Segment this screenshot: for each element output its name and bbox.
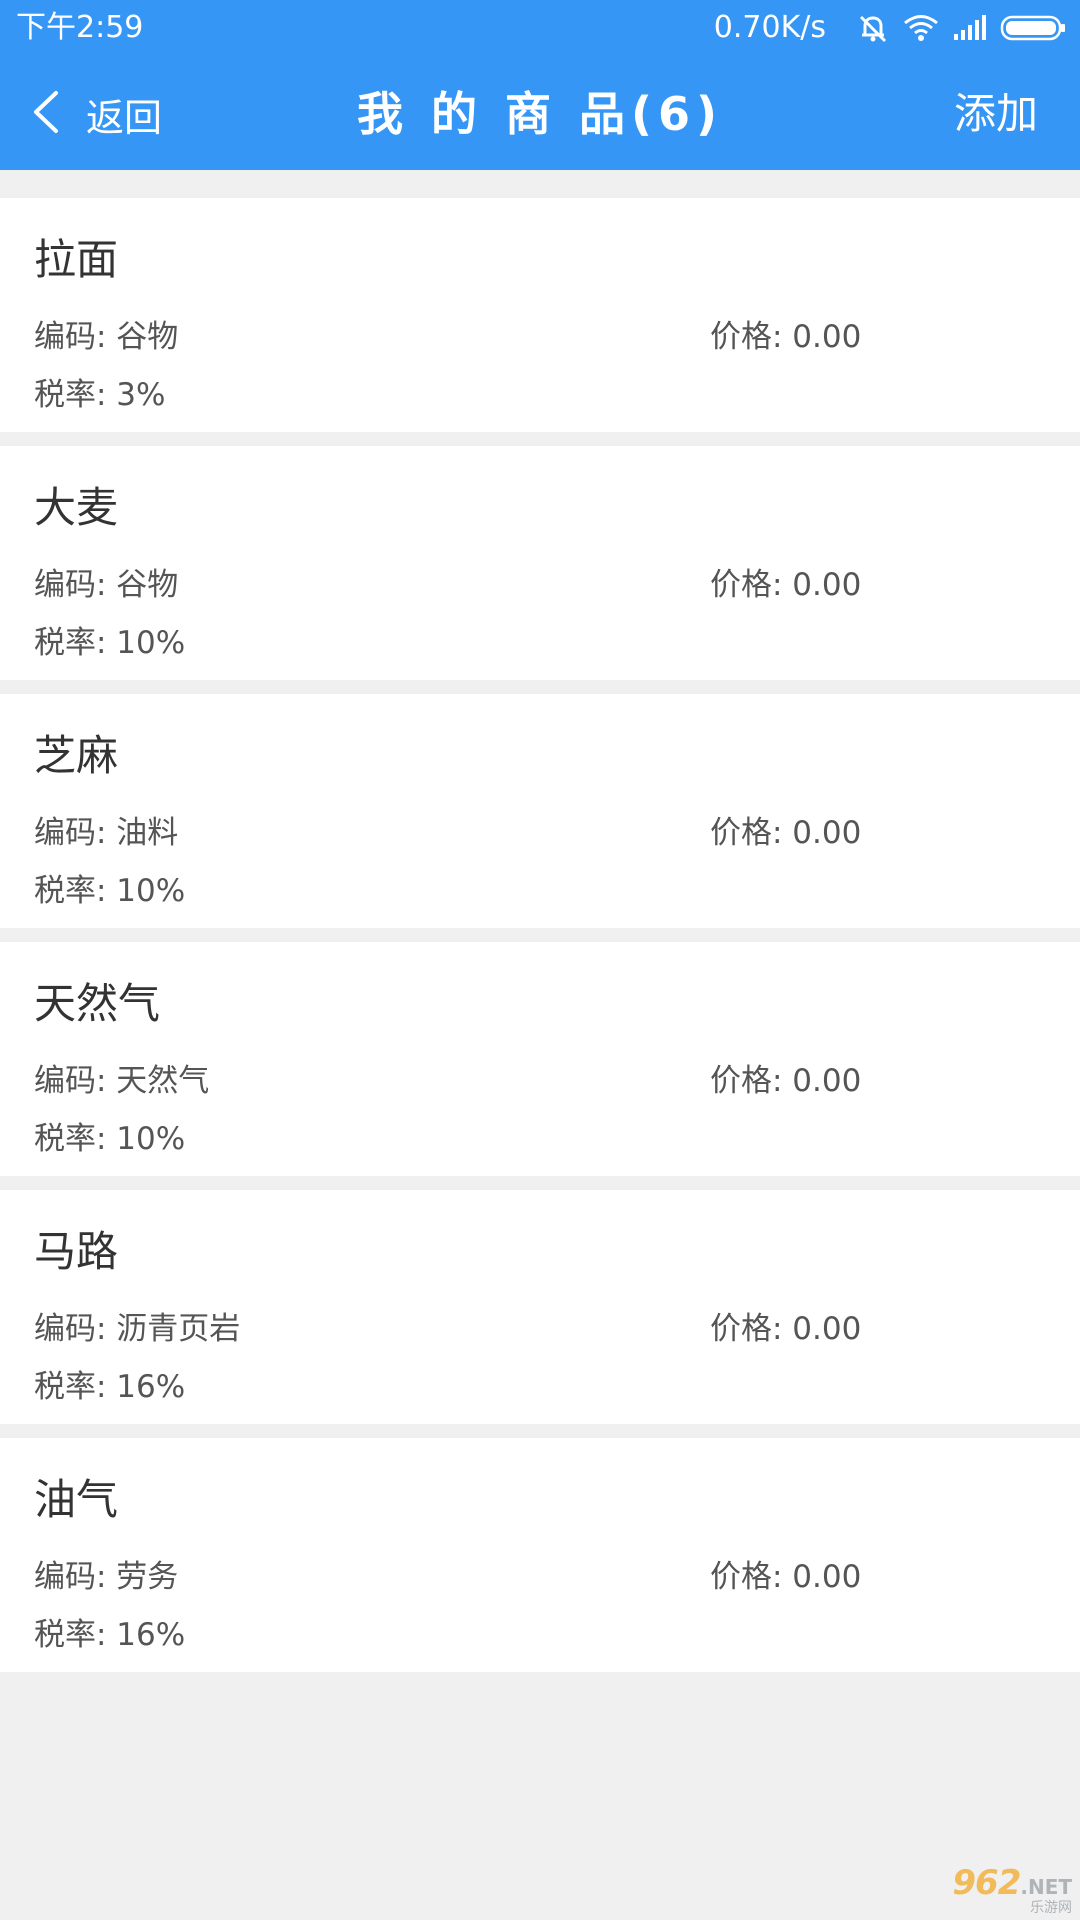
chevron-left-icon <box>30 90 60 138</box>
product-list: 拉面 编码: 谷物 价格: 0.00 税率: 3% 大麦 编码: 谷物 价格: … <box>0 198 1080 1686</box>
product-code: 编码: 劳务 <box>34 1559 179 1595</box>
mute-icon <box>856 11 890 45</box>
nav-bar: 返回 我 的 商 品(6) 添加 <box>0 58 1080 170</box>
watermark-sub: 乐游网 <box>1030 1900 1072 1916</box>
product-tax-rate: 税率: 10% <box>34 1121 186 1157</box>
product-item[interactable]: 天然气 编码: 天然气 价格: 0.00 税率: 10% <box>0 942 1080 1176</box>
product-tax-rate: 税率: 16% <box>34 1369 186 1405</box>
product-item[interactable]: 拉面 编码: 谷物 价格: 0.00 税率: 3% <box>0 198 1080 432</box>
wifi-icon <box>902 13 940 43</box>
product-tax-rate: 税率: 10% <box>34 873 186 909</box>
product-item[interactable]: 马路 编码: 沥青页岩 价格: 0.00 税率: 16% <box>0 1190 1080 1424</box>
status-time: 下午2:59 <box>16 10 144 45</box>
product-code: 编码: 沥青页岩 <box>34 1311 241 1347</box>
product-name: 油气 <box>34 1475 119 1524</box>
product-price: 价格: 0.00 <box>710 1559 862 1595</box>
network-speed: 0.70K/s <box>713 10 826 45</box>
product-tax-rate: 税率: 16% <box>34 1617 186 1653</box>
product-code: 编码: 天然气 <box>34 1063 210 1099</box>
product-tax-rate: 税率: 3% <box>34 377 166 413</box>
product-name: 天然气 <box>34 979 161 1028</box>
product-code: 编码: 油料 <box>34 815 179 851</box>
product-item[interactable]: 油气 编码: 劳务 价格: 0.00 税率: 16% <box>0 1438 1080 1672</box>
watermark-main: 962 <box>952 1863 1021 1903</box>
watermark-net: .NET <box>1020 1875 1072 1899</box>
back-button[interactable]: 返回 <box>30 58 162 170</box>
battery-icon <box>1000 14 1066 42</box>
status-bar: 下午2:59 0.70K/s <box>0 0 1080 58</box>
product-price: 价格: 0.00 <box>710 815 862 851</box>
add-button[interactable]: 添加 <box>954 58 1038 170</box>
product-code: 编码: 谷物 <box>34 567 179 603</box>
product-code: 编码: 谷物 <box>34 319 179 355</box>
product-name: 大麦 <box>34 483 119 532</box>
product-item[interactable]: 大麦 编码: 谷物 价格: 0.00 税率: 10% <box>0 446 1080 680</box>
product-name: 芝麻 <box>34 731 119 780</box>
product-price: 价格: 0.00 <box>710 1063 862 1099</box>
product-tax-rate: 税率: 10% <box>34 625 186 661</box>
product-item[interactable]: 芝麻 编码: 油料 价格: 0.00 税率: 10% <box>0 694 1080 928</box>
product-price: 价格: 0.00 <box>710 1311 862 1347</box>
status-indicators: 0.70K/s <box>714 6 1066 50</box>
watermark-logo: 962.NET 乐游网 <box>932 1866 1072 1916</box>
product-name: 马路 <box>34 1227 119 1276</box>
signal-icon <box>952 14 988 42</box>
product-price: 价格: 0.00 <box>710 567 862 603</box>
product-name: 拉面 <box>34 235 119 284</box>
product-price: 价格: 0.00 <box>710 319 862 355</box>
back-label: 返回 <box>86 95 163 140</box>
